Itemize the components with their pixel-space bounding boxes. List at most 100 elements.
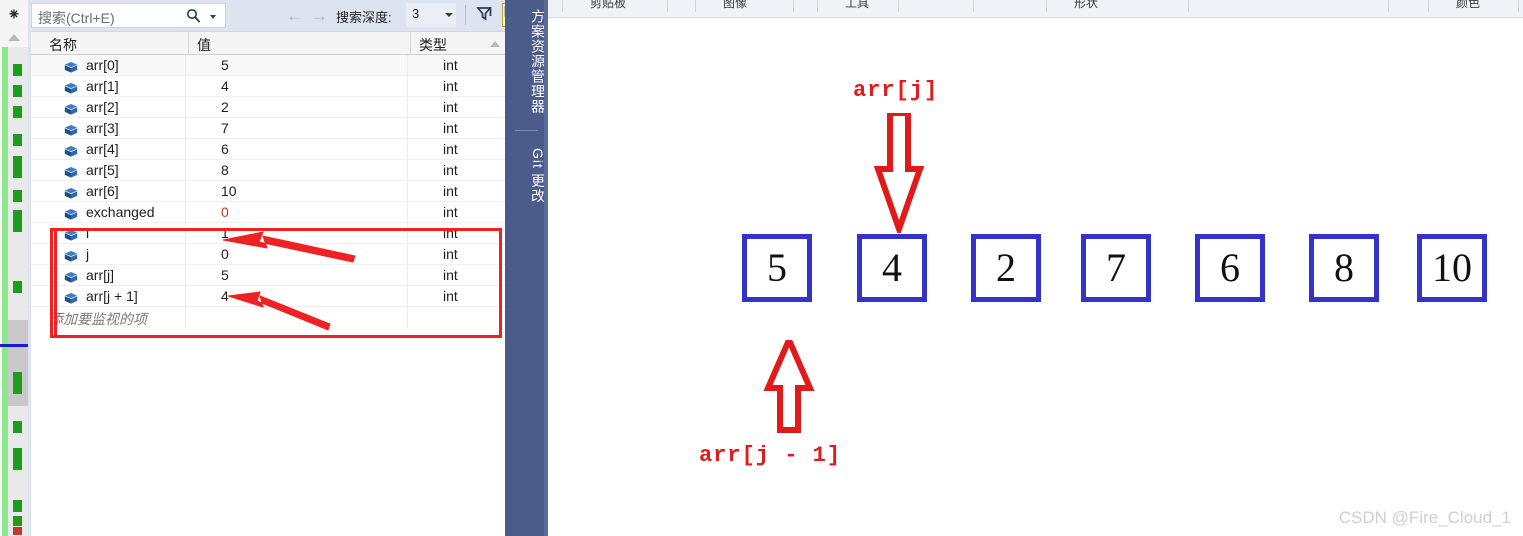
table-row[interactable]: arr[0] 5 int (31, 55, 505, 76)
watch-value-cell[interactable]: 6 (221, 141, 229, 157)
watch-name-cell[interactable]: i (86, 225, 89, 241)
ribbon-group-divider (793, 0, 794, 12)
table-row[interactable]: arr[2] 2 int (31, 97, 505, 118)
change-marker (13, 421, 22, 433)
ribbon-group-label: 工具 (845, 0, 870, 10)
ribbon-group-divider (695, 0, 696, 12)
dock-tab-strip: 方案资源管理器 Git 更改 (505, 0, 548, 536)
search-depth-value: 3 (412, 6, 420, 21)
cell-divider (185, 286, 186, 307)
array-cell: 7 (1081, 234, 1151, 302)
cell-divider (407, 55, 408, 76)
table-row[interactable]: arr[3] 7 int (31, 118, 505, 139)
table-row[interactable]: arr[5] 8 int (31, 160, 505, 181)
ribbon-group-label: 剪贴板 (590, 0, 627, 10)
ribbon-group-divider (1518, 0, 1519, 12)
watch-type-cell: int (443, 78, 458, 94)
paint-ribbon-group-labels: 剪贴板 图像 工具 形状 颜色 (548, 0, 1523, 18)
error-marker (13, 527, 22, 535)
watch-name-cell[interactable]: arr[1] (86, 78, 119, 94)
change-marker (13, 85, 22, 97)
column-divider[interactable] (410, 32, 411, 55)
watch-name-cell[interactable]: arr[0] (86, 57, 119, 73)
array-cell: 2 (971, 234, 1041, 302)
cell-divider (407, 244, 408, 265)
editor-scroll-strip[interactable]: ⁕ (0, 0, 28, 536)
variable-cube-icon (64, 123, 78, 136)
scroll-up-arrow-icon[interactable] (6, 30, 22, 44)
watch-value-cell[interactable]: 2 (221, 99, 229, 115)
watch-name-cell[interactable]: arr[j] (86, 267, 114, 283)
toolbar-divider (465, 5, 466, 25)
search-depth-chevron-down-icon[interactable] (445, 13, 453, 17)
ribbon-group-label: 形状 (1074, 0, 1099, 10)
watch-value-cell[interactable]: 8 (221, 162, 229, 178)
search-next-button[interactable]: → (311, 6, 328, 25)
watch-value-cell[interactable]: 7 (221, 120, 229, 136)
variable-cube-icon (64, 249, 78, 262)
filter-pin-icon[interactable] (474, 3, 498, 27)
watch-name-cell[interactable]: j (86, 246, 89, 262)
change-marker (13, 210, 22, 232)
search-input[interactable]: 搜索(Ctrl+E) (31, 3, 226, 28)
array-cell: 10 (1417, 234, 1487, 302)
watch-value-cell[interactable]: 10 (221, 183, 237, 199)
visual-studio-pane: ⁕ 搜索(Ctrl+E) ← → 搜索深度: 3 名称 值 类型 arr[0] … (0, 0, 548, 536)
cell-divider (407, 223, 408, 244)
column-divider[interactable] (188, 32, 189, 55)
watch-name-cell[interactable]: arr[2] (86, 99, 119, 115)
variable-cube-icon (64, 60, 78, 73)
table-row[interactable]: exchanged 0 int (31, 202, 505, 223)
watch-type-cell: int (443, 120, 458, 136)
cell-divider (185, 202, 186, 223)
annotation-arrow-upper (223, 231, 356, 263)
watch-type-cell: int (443, 225, 458, 241)
watch-name-cell[interactable]: arr[3] (86, 120, 119, 136)
watch-name-cell[interactable]: exchanged (86, 204, 155, 220)
watch-value-cell[interactable]: 5 (221, 57, 229, 73)
change-marker (13, 372, 22, 394)
search-options-chevron-down-icon[interactable] (210, 15, 216, 19)
watch-name-cell[interactable]: arr[6] (86, 183, 119, 199)
search-icon[interactable] (186, 8, 201, 24)
search-depth-label: 搜索深度: (336, 10, 392, 25)
cell-divider (407, 97, 408, 118)
ribbon-group-divider (1388, 0, 1389, 12)
sort-triangle-icon[interactable] (490, 41, 500, 47)
search-prev-button[interactable]: ← (286, 6, 303, 25)
column-header-type[interactable]: 类型 (419, 35, 447, 55)
cell-divider (185, 265, 186, 286)
column-header-value[interactable]: 值 (197, 35, 211, 55)
dock-tab-git-changes[interactable]: Git 更改 (505, 140, 548, 212)
watch-name-cell[interactable]: arr[4] (86, 141, 119, 157)
table-row[interactable]: arr[1] 4 int (31, 76, 505, 97)
label-arr-j: arr[j] (853, 78, 939, 103)
watch-name-cell[interactable]: arr[j + 1] (86, 288, 138, 304)
cell-divider (185, 223, 186, 244)
table-row[interactable]: arr[4] 6 int (31, 139, 505, 160)
cell-divider (185, 97, 186, 118)
cell-divider (407, 139, 408, 160)
watch-type-cell: int (443, 141, 458, 157)
dock-tab-solution-explorer[interactable]: 方案资源管理器 (505, 0, 548, 126)
watch-value-cell[interactable]: 0 (221, 204, 229, 220)
change-marker (13, 64, 22, 76)
watch-name-cell[interactable]: arr[5] (86, 162, 119, 178)
split-view-icon[interactable]: ⁕ (4, 4, 24, 26)
annotation-arrow-lower (228, 291, 331, 331)
change-marker (13, 106, 22, 118)
watch-value-cell[interactable]: 4 (221, 78, 229, 94)
change-marker (13, 516, 22, 526)
change-marker (13, 156, 22, 178)
cell-divider (185, 244, 186, 265)
annotation-bracket (50, 228, 60, 338)
variable-cube-icon (64, 207, 78, 220)
watch-type-cell: int (443, 204, 458, 220)
column-header-name[interactable]: 名称 (49, 35, 77, 55)
table-row[interactable]: arr[6] 10 int (31, 181, 505, 202)
label-arr-j-minus-1: arr[j - 1] (699, 443, 842, 468)
cell-divider (185, 307, 186, 328)
array-cell: 6 (1195, 234, 1265, 302)
watermark: CSDN @Fire_Cloud_1 (1338, 508, 1511, 527)
paint-canvas[interactable]: arr[j] arr[j - 1] 5 4 2 7 6 8 10 CSDN @Fire_Cl… (548, 18, 1523, 536)
